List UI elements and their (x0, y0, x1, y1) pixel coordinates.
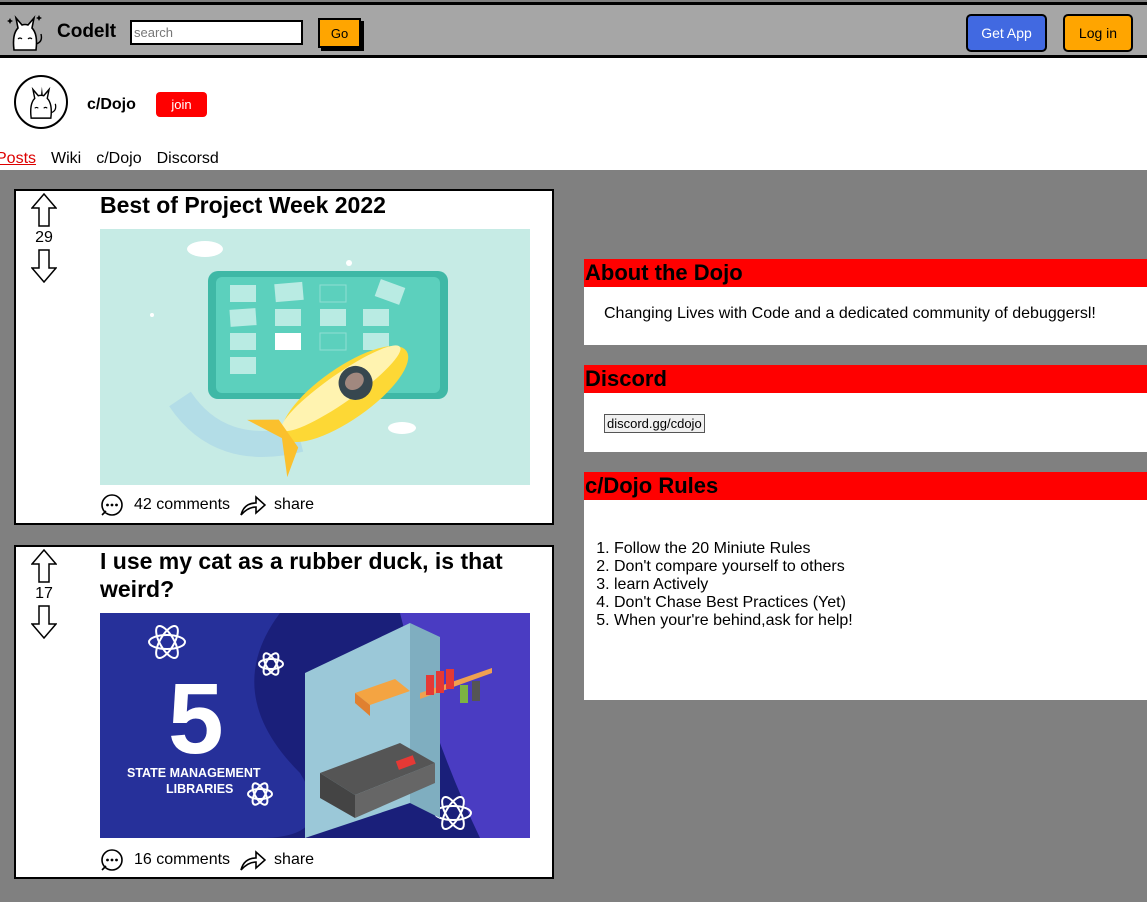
downvote-arrow-icon[interactable] (31, 249, 57, 283)
about-box: About the Dojo Changing Lives with Code … (584, 259, 1147, 345)
rules-box: c/Dojo Rules Follow the 20 Miniute Rules… (584, 472, 1147, 700)
downvote-arrow-icon[interactable] (31, 605, 57, 639)
share-arrow-icon[interactable] (240, 849, 267, 871)
community-avatar[interactable] (14, 75, 68, 129)
post-card[interactable]: 29 Best of Project Week 2022 42 comments… (14, 189, 554, 525)
rules-title: c/Dojo Rules (584, 472, 1147, 500)
post-image[interactable] (100, 229, 530, 485)
top-navbar: CodeIt Go Get App Log in (0, 2, 1147, 58)
join-button[interactable]: join (156, 92, 207, 117)
post-title[interactable]: Best of Project Week 2022 (100, 191, 528, 219)
share-link[interactable]: share (274, 851, 314, 869)
brand-name[interactable]: CodeIt (57, 21, 116, 43)
tab-discord[interactable]: Discorsd (157, 150, 219, 168)
vote-count: 17 (35, 585, 53, 602)
cat-avatar-icon (29, 86, 57, 119)
rule-item: Don't Chase Best Practices (Yet) (614, 594, 1147, 612)
comment-bubble-icon[interactable] (100, 493, 124, 517)
get-app-button[interactable]: Get App (966, 14, 1047, 52)
community-header: c/Dojo join Posts Wiki c/Dojo Discorsd (0, 58, 1147, 170)
rules-list: Follow the 20 Miniute Rules Don't compar… (584, 540, 1147, 630)
post-card[interactable]: 17 I use my cat as a rubber duck, is tha… (14, 545, 554, 879)
post-footer: 42 comments share (100, 493, 314, 517)
share-arrow-icon[interactable] (240, 494, 267, 516)
vote-widget: 29 (28, 193, 60, 283)
comments-link[interactable]: 16 comments (134, 851, 230, 869)
discord-title: Discord (584, 365, 1147, 393)
community-name[interactable]: c/Dojo (87, 96, 136, 114)
share-link[interactable]: share (274, 496, 314, 514)
community-tabs: Posts Wiki c/Dojo Discorsd (0, 150, 234, 168)
tab-cdojo[interactable]: c/Dojo (96, 150, 141, 168)
about-text: Changing Lives with Code and a dedicated… (604, 305, 1096, 322)
upvote-arrow-icon[interactable] (31, 193, 57, 227)
post-title[interactable]: I use my cat as a rubber duck, is that w… (100, 547, 528, 603)
discord-link-button[interactable]: discord.gg/cdojo (604, 414, 705, 433)
rule-item: Follow the 20 Miniute Rules (614, 540, 1147, 558)
login-button[interactable]: Log in (1063, 14, 1133, 52)
tab-posts[interactable]: Posts (0, 150, 36, 168)
upvote-arrow-icon[interactable] (31, 549, 57, 583)
image-caption-line2: LIBRARIES (166, 782, 233, 796)
go-button[interactable]: Go (318, 18, 361, 48)
image-caption-line1: STATE MANAGEMENT (127, 766, 261, 780)
tab-wiki[interactable]: Wiki (51, 150, 81, 168)
vote-widget: 17 (28, 549, 60, 639)
post-footer: 16 comments share (100, 848, 314, 872)
cat-logo-icon[interactable] (6, 12, 44, 52)
post-image[interactable]: 5 STATE MANAGEMENT LIBRARIES (100, 613, 530, 838)
rule-item: Don't compare yourself to others (614, 558, 1147, 576)
rule-item: When your're behind,ask for help! (614, 612, 1147, 630)
about-title: About the Dojo (584, 259, 1147, 287)
image-number-text: 5 (168, 663, 224, 775)
rule-item: learn Actively (614, 576, 1147, 594)
discord-box: Discord discord.gg/cdojo (584, 365, 1147, 452)
comment-bubble-icon[interactable] (100, 848, 124, 872)
comments-link[interactable]: 42 comments (134, 496, 230, 514)
search-input[interactable] (130, 20, 303, 45)
vote-count: 29 (35, 229, 53, 246)
